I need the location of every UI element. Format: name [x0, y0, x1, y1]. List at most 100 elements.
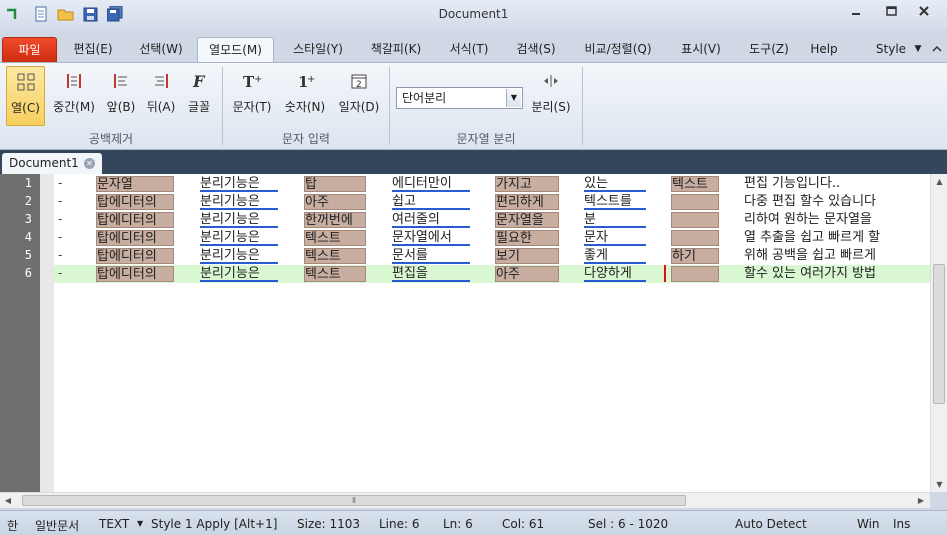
tab-bookmark[interactable]: 책갈피(K): [362, 37, 430, 62]
column-cell: [671, 266, 719, 282]
tab-tools[interactable]: 도구(Z): [740, 37, 798, 62]
column-cell: [671, 230, 719, 246]
column-cell: 문서를: [392, 248, 470, 264]
trim-middle-button[interactable]: 중간(M): [50, 66, 98, 126]
ribbon-collapse-icon[interactable]: [928, 37, 946, 62]
scroll-left-icon[interactable]: ◀: [3, 495, 13, 506]
document-tab-strip: Document1 ✕: [0, 150, 947, 174]
chevron-down-icon[interactable]: ▼: [506, 89, 521, 107]
ime-status[interactable]: 한: [7, 517, 18, 534]
align-right-icon: [143, 66, 179, 96]
scroll-right-icon[interactable]: ▶: [916, 495, 926, 506]
editor-line[interactable]: - 탑에디터의 분리기능은 텍스트 편집을 아주 다양하게 할수 있는 여러가지 방법: [54, 265, 930, 283]
editor-line[interactable]: - 탑에디터의 분리기능은 텍스트 문서를 보기 좋게 하기 위해 공백을 쉽고 빠르게: [54, 247, 930, 265]
insert-date-button[interactable]: 2 일자(D): [336, 66, 382, 126]
insert-date-label: 일자(D): [338, 100, 380, 114]
font-label: 글꼴: [187, 100, 211, 114]
chevron-down-icon[interactable]: ▼: [910, 37, 926, 62]
tab-column-mode[interactable]: 열모드(M): [197, 37, 274, 62]
scroll-up-icon[interactable]: ▲: [934, 176, 945, 186]
line-number: 4: [24, 230, 32, 244]
vertical-scroll-thumb[interactable]: [933, 264, 945, 404]
style-status[interactable]: Style 1 Apply [Alt+1]: [151, 517, 277, 531]
line-number: 2: [24, 194, 32, 208]
insert-number-button[interactable]: 1 + 숫자(N): [282, 66, 328, 126]
line-marker: -: [58, 230, 63, 244]
tab-help[interactable]: Help: [805, 37, 843, 62]
document-tab[interactable]: Document1 ✕: [2, 153, 102, 174]
vertical-scrollbar[interactable]: ▲ ▼: [930, 174, 947, 492]
doc-type-status[interactable]: 일반문서: [35, 517, 79, 534]
trim-back-label: 뒤(A): [146, 100, 176, 114]
insert-text-button[interactable]: T + 문자(T): [230, 66, 274, 126]
text-editor[interactable]: 1 2 3 4 5 6 - 문자열 분리기능은 탑 에디터만이 가지고 있는 텍스트 편집 기능…: [0, 174, 930, 492]
close-button[interactable]: [910, 2, 938, 20]
column-cell: 텍스트를: [584, 194, 646, 210]
close-icon[interactable]: ✕: [84, 158, 95, 169]
column-cell: 다양하게: [584, 266, 646, 282]
column-cell: 편집을: [392, 266, 470, 282]
maximize-button[interactable]: [877, 2, 905, 20]
horizontal-scrollbar[interactable]: ◀ ⦀ ▶: [0, 492, 930, 508]
column-cell: 문자열에서: [392, 230, 470, 246]
editor-line[interactable]: - 탑에디터의 분리기능은 텍스트 문자열에서 필요한 문자 열 추출을 쉽고 빠르게 할: [54, 229, 930, 247]
mode-status[interactable]: TEXT: [99, 517, 129, 531]
column-cell: 텍스트: [304, 230, 366, 246]
tab-search[interactable]: 검색(S): [507, 37, 565, 62]
trim-column-button[interactable]: 열(C): [6, 66, 45, 126]
column-cell: 한꺼번에: [304, 212, 366, 228]
tab-style-theme[interactable]: Style: [873, 37, 909, 62]
document-tab-label: Document1: [9, 156, 79, 170]
editor-line[interactable]: - 탑에디터의 분리기능은 아주 쉽고 편리하게 텍스트를 다중 편집 할수 있습니다: [54, 193, 930, 211]
column-cell: 아주: [304, 194, 366, 210]
encoding-status[interactable]: Auto Detect: [735, 517, 807, 531]
insert-mode-status[interactable]: Ins: [893, 517, 910, 531]
group-input-label: 문자 입력: [282, 132, 330, 146]
svg-text:2: 2: [356, 80, 362, 90]
fold-margin: [40, 174, 54, 492]
tab-compare-sort[interactable]: 비교/정렬(Q): [574, 37, 662, 62]
trim-back-button[interactable]: 뒤(A): [143, 66, 179, 126]
svg-text:+: +: [307, 74, 315, 85]
line-remainder: 위해 공백을 쉽고 빠르게: [744, 248, 876, 263]
line-marker: -: [58, 176, 63, 190]
column-cell: 문자열을: [495, 212, 559, 228]
tab-style[interactable]: 스타일(Y): [284, 37, 352, 62]
column-cell: 문자열: [96, 176, 174, 192]
minimize-button[interactable]: [842, 2, 870, 20]
line-remainder: 할수 있는 여러가지 방법: [744, 266, 876, 281]
font-icon: F: [182, 66, 216, 96]
line-marker: -: [58, 212, 63, 226]
column-cell: 탑에디터의: [96, 266, 174, 282]
column-cell: 분리기능은: [200, 176, 278, 192]
split-button[interactable]: 분리(S): [528, 66, 574, 126]
title-bar: Document1: [0, 0, 947, 30]
split-mode-value: 단어분리: [402, 91, 447, 105]
tab-edit[interactable]: 편집(E): [61, 37, 125, 62]
horizontal-scroll-thumb[interactable]: ⦀: [22, 495, 686, 506]
line-number-gutter: 1 2 3 4 5 6: [0, 174, 40, 492]
grid-icon: [7, 67, 44, 97]
column-cell: 쉽고: [392, 194, 470, 210]
tab-select[interactable]: 선택(W): [130, 37, 192, 62]
line-remainder: 열 추출을 쉽고 빠르게 할: [744, 230, 881, 245]
chevron-down-icon[interactable]: ▼: [137, 519, 143, 528]
eol-status[interactable]: Win: [857, 517, 880, 531]
split-mode-select[interactable]: 단어분리 ▼: [396, 87, 523, 109]
column-cell: 에디터만이: [392, 176, 470, 192]
col-status: Col: 61: [502, 517, 545, 531]
calendar-icon: 2: [336, 66, 382, 96]
editor-line[interactable]: - 탑에디터의 분리기능은 한꺼번에 여러줄의 문자열을 분 리하여 원하는 문자열을: [54, 211, 930, 229]
editor-line[interactable]: - 문자열 분리기능은 탑 에디터만이 가지고 있는 텍스트 편집 기능입니다..: [54, 175, 930, 193]
line-marker: -: [58, 248, 63, 262]
trim-front-button[interactable]: 앞(B): [103, 66, 139, 126]
column-cell: 문자: [584, 230, 646, 246]
tab-view[interactable]: 표시(V): [672, 37, 730, 62]
scroll-down-icon[interactable]: ▼: [934, 479, 945, 489]
size-status: Size: 1103: [297, 517, 361, 531]
split-label: 분리(S): [531, 100, 571, 114]
font-button[interactable]: F 글꼴: [182, 66, 216, 126]
column-cell: 가지고: [495, 176, 559, 192]
tab-format[interactable]: 서식(T): [440, 37, 498, 62]
tab-file[interactable]: 파일: [2, 37, 57, 62]
